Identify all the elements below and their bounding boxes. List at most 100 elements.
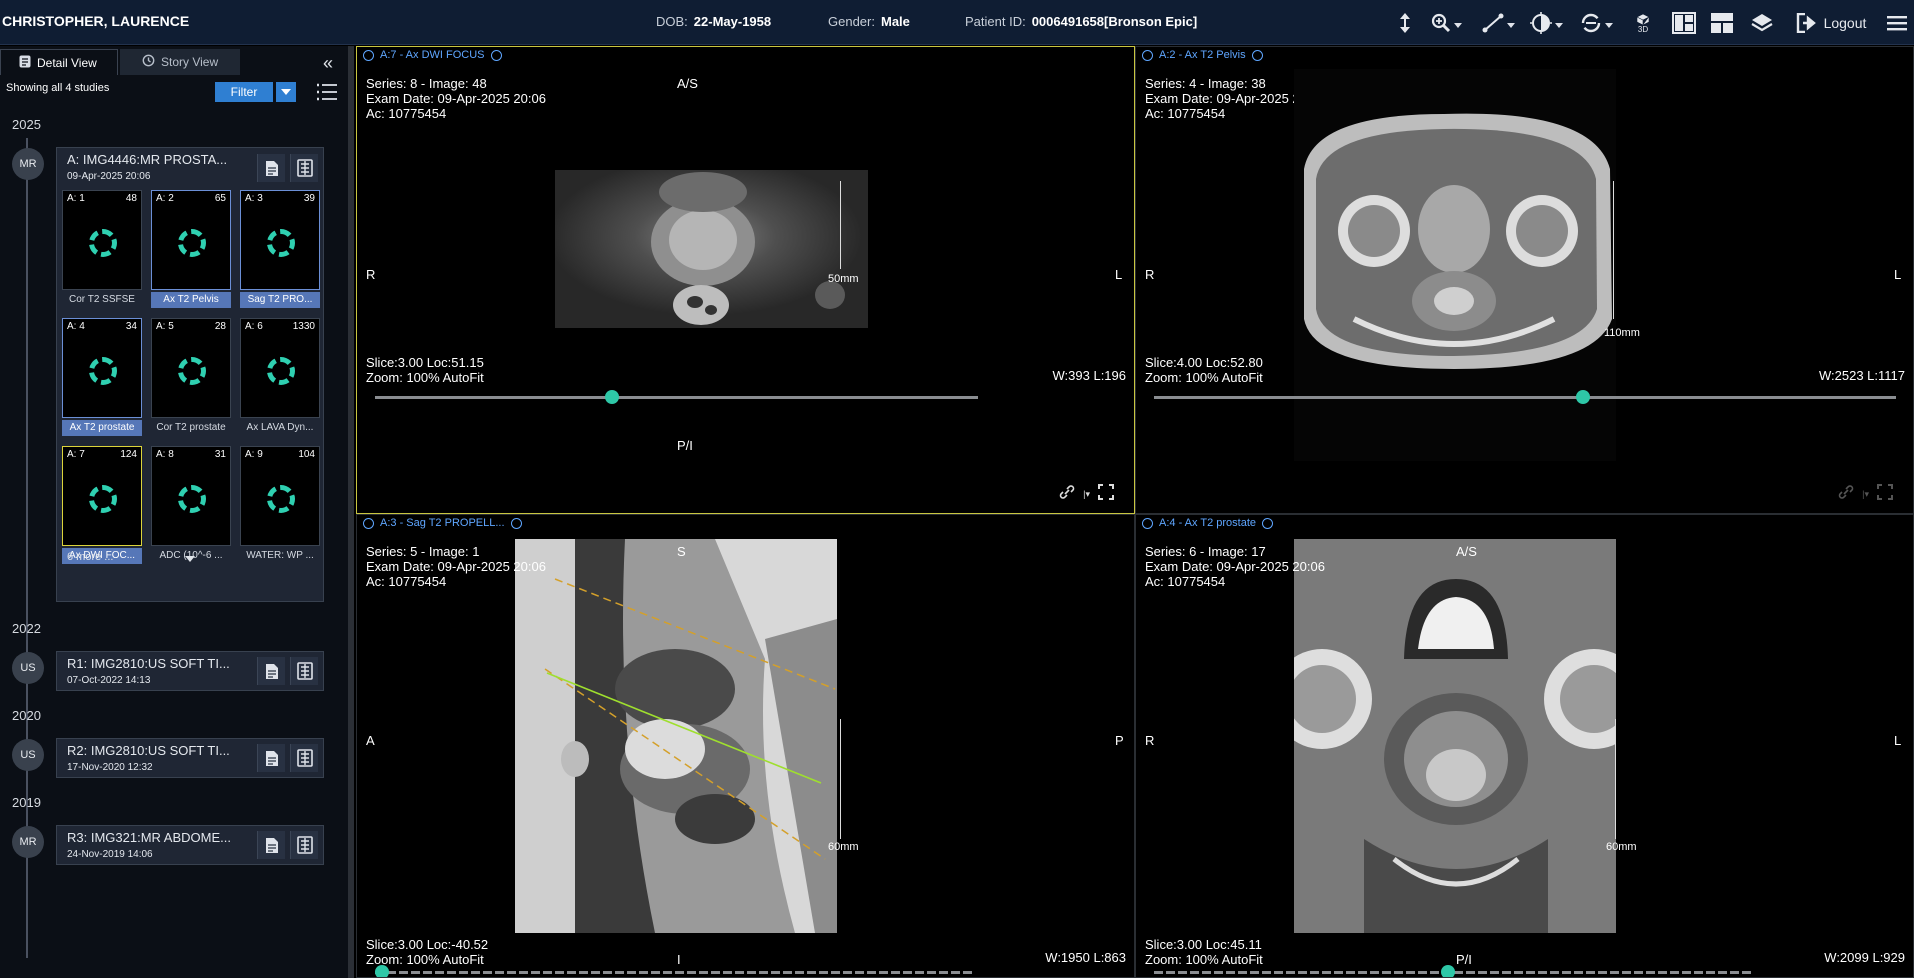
measure-icon[interactable] xyxy=(1478,10,1518,36)
link-icon[interactable] xyxy=(1059,485,1075,504)
zoom-icon[interactable] xyxy=(1428,10,1464,36)
loading-spinner-icon xyxy=(89,357,117,385)
series-thumbnail[interactable]: A: 1 48 Cor T2 SSFSE xyxy=(62,190,142,308)
next-series-icon[interactable] xyxy=(510,517,522,529)
series-thumbnail[interactable]: A: 2 65 Ax T2 Pelvis xyxy=(151,190,231,308)
filter-dropdown-icon[interactable] xyxy=(276,82,296,102)
orientation-top: A/S xyxy=(1456,544,1477,559)
study-card-mr-2019[interactable]: R3: IMG321:MR ABDOME... 24-Nov-2019 14:0… xyxy=(56,825,324,865)
series-title[interactable]: A:7 - Ax DWI FOCUS xyxy=(380,49,485,61)
zoom-level: Zoom: 100% AutoFit xyxy=(366,370,484,385)
series-list-icon[interactable] xyxy=(290,657,318,685)
loading-spinner-icon xyxy=(178,229,206,257)
logout-button[interactable]: Logout xyxy=(1788,10,1874,36)
series-label: WATER: WP ... xyxy=(246,550,314,561)
study-title: A: IMG4446:MR PROSTA... xyxy=(67,152,228,167)
series-label: Ax T2 prostate xyxy=(62,420,142,436)
fullscreen-icon[interactable] xyxy=(1877,484,1893,505)
scale-bar xyxy=(835,719,841,839)
report-icon[interactable] xyxy=(257,657,285,685)
tab-story-view[interactable]: Story View xyxy=(120,49,240,75)
series-thumbnail[interactable]: A: 6 1330 Ax LAVA Dyn... xyxy=(240,318,320,436)
study-header[interactable]: R2: IMG2810:US SOFT TI... 17-Nov-2020 12… xyxy=(57,739,257,779)
sidebar-resize-handle[interactable] xyxy=(348,46,354,978)
image-count: 1330 xyxy=(292,321,315,332)
orientation-left: A xyxy=(366,733,375,748)
viewport-ax-t2-pelvis[interactable]: A:2 - Ax T2 Pelvis Series: 4 - Image: 38… xyxy=(1135,46,1914,514)
prev-series-icon[interactable] xyxy=(1142,49,1153,61)
slider-knob[interactable] xyxy=(375,965,389,977)
3d-icon[interactable]: 3D xyxy=(1630,10,1656,36)
image-viewer: A:7 - Ax DWI FOCUS Series: 8 - Image: 48… xyxy=(355,46,1914,978)
report-icon[interactable] xyxy=(257,154,285,182)
next-series-icon[interactable] xyxy=(490,49,502,61)
prev-series-icon[interactable] xyxy=(363,49,374,61)
image-count: 39 xyxy=(303,193,315,204)
loading-spinner-icon xyxy=(178,485,206,513)
contrast-icon[interactable] xyxy=(1526,10,1566,36)
thumbnail-image: A: 5 28 xyxy=(151,318,231,418)
list-view-icon[interactable] xyxy=(316,82,338,107)
study-header[interactable]: R1: IMG2810:US SOFT TI... 07-Oct-2022 14… xyxy=(57,652,257,692)
series-thumbnail[interactable]: A: 4 34 Ax T2 prostate xyxy=(62,318,142,436)
study-header[interactable]: R3: IMG321:MR ABDOME... 24-Nov-2019 14:0… xyxy=(57,826,257,866)
image-slider[interactable] xyxy=(1154,965,1754,977)
tab-detail-view[interactable]: Detail View xyxy=(0,49,118,75)
image-slider[interactable] xyxy=(375,390,978,404)
viewport-header: A:3 - Sag T2 PROPELL... xyxy=(363,517,522,529)
zoom-level: Zoom: 100% AutoFit xyxy=(1145,952,1263,967)
loading-spinner-icon xyxy=(267,485,295,513)
history-icon xyxy=(142,54,155,70)
pelvis-scan-image xyxy=(1294,69,1616,461)
filter-button[interactable]: Filter xyxy=(215,82,273,102)
layout-icon[interactable] xyxy=(1670,10,1698,36)
series-list-icon[interactable] xyxy=(290,831,318,859)
study-card-mr-prostate[interactable]: A: IMG4446:MR PROSTA... 09-Apr-2025 20:0… xyxy=(56,147,324,602)
study-sidebar: Detail View Story View « Showing all 4 s… xyxy=(0,46,348,978)
series-thumbnail[interactable]: A: 5 28 Cor T2 prostate xyxy=(151,318,231,436)
viewport-sag-t2[interactable]: A:3 - Sag T2 PROPELL... Series: 5 - Imag… xyxy=(356,514,1135,978)
scale-bar xyxy=(835,181,841,269)
collapse-sidebar-icon[interactable]: « xyxy=(323,53,333,74)
link-icon[interactable] xyxy=(1838,485,1854,504)
scroll-icon[interactable] xyxy=(1392,10,1418,36)
more-series-link[interactable]: 6 more ... xyxy=(67,551,113,563)
series-title[interactable]: A:3 - Sag T2 PROPELL... xyxy=(380,517,505,529)
exam-date: Exam Date: 09-Apr-2025 20:06 xyxy=(366,91,546,106)
fullscreen-icon[interactable] xyxy=(1098,484,1114,505)
layers-icon[interactable] xyxy=(1748,10,1776,36)
link-dropdown-icon[interactable]: |▾ xyxy=(1083,489,1090,500)
series-list-icon[interactable] xyxy=(290,154,318,182)
report-icon[interactable] xyxy=(257,831,285,859)
viewport-dwi[interactable]: A:7 - Ax DWI FOCUS Series: 8 - Image: 48… xyxy=(356,46,1135,514)
link-dropdown-icon[interactable]: |▾ xyxy=(1862,489,1869,500)
image-count: 31 xyxy=(214,449,226,460)
prostate-scan-image xyxy=(1294,539,1616,933)
viewport-ax-t2-prostate[interactable]: A:4 - Ax T2 prostate Series: 6 - Image: … xyxy=(1135,514,1914,978)
menu-icon[interactable] xyxy=(1884,10,1910,36)
series-list-icon[interactable] xyxy=(290,744,318,772)
series-thumbnail[interactable]: A: 7 124 Ax DWI FOC... xyxy=(62,446,142,564)
next-series-icon[interactable] xyxy=(1251,49,1263,61)
study-card-us-2020[interactable]: R2: IMG2810:US SOFT TI... 17-Nov-2020 12… xyxy=(56,738,324,778)
sync-icon[interactable] xyxy=(1576,10,1616,36)
series-thumbnail[interactable]: A: 9 104 WATER: WP ... xyxy=(240,446,320,564)
prev-series-icon[interactable] xyxy=(1142,517,1153,529)
report-icon[interactable] xyxy=(257,744,285,772)
series-title[interactable]: A:4 - Ax T2 prostate xyxy=(1159,517,1256,529)
prev-series-icon[interactable] xyxy=(363,517,374,529)
expand-chevron-icon[interactable] xyxy=(185,556,195,562)
study-header[interactable]: A: IMG4446:MR PROSTA... 09-Apr-2025 20:0… xyxy=(57,148,257,188)
slider-knob[interactable] xyxy=(604,390,619,404)
image-slider[interactable] xyxy=(1154,390,1896,404)
series-thumbnail[interactable]: A: 8 31 ADC (10^-6 ... xyxy=(151,446,231,564)
image-count: 34 xyxy=(125,321,137,332)
study-card-us-2022[interactable]: R1: IMG2810:US SOFT TI... 07-Oct-2022 14… xyxy=(56,651,324,691)
next-series-icon[interactable] xyxy=(1262,517,1274,529)
series-thumbnail[interactable]: A: 3 39 Sag T2 PRO... xyxy=(240,190,320,308)
slider-knob[interactable] xyxy=(1441,965,1456,977)
grid-icon[interactable] xyxy=(1708,10,1736,36)
image-slider[interactable] xyxy=(375,965,975,977)
thumbnail-image: A: 1 48 xyxy=(62,190,142,290)
series-title[interactable]: A:2 - Ax T2 Pelvis xyxy=(1159,49,1246,61)
